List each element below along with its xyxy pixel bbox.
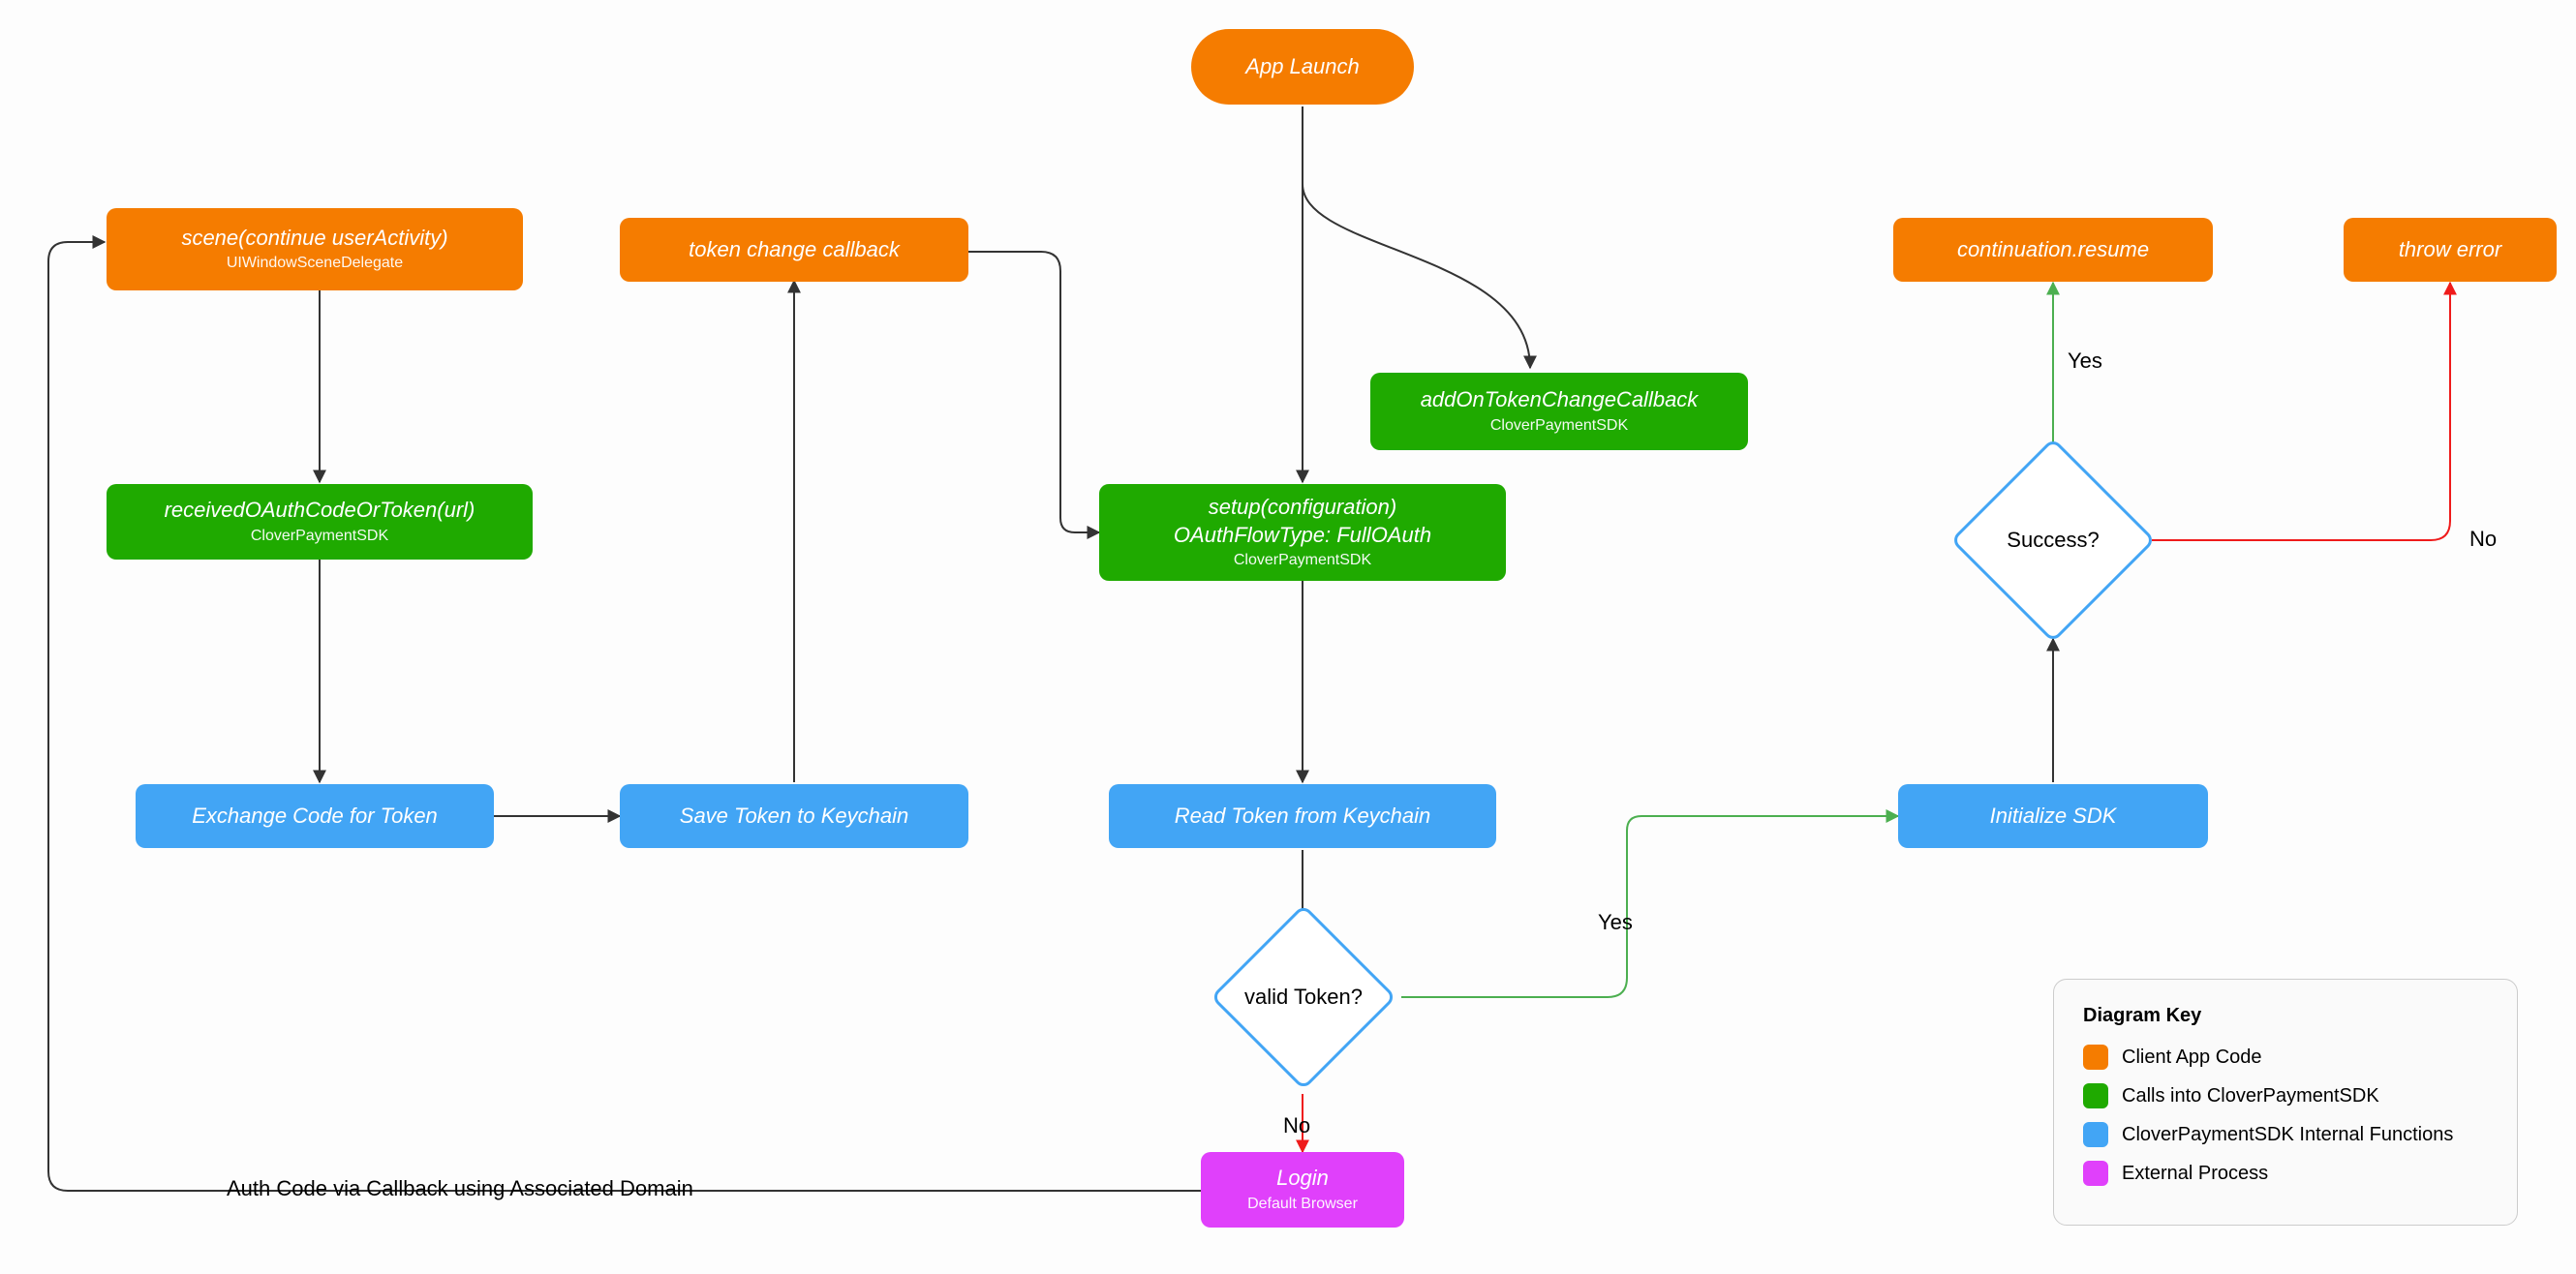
legend-row: Calls into CloverPaymentSDK <box>2083 1083 2488 1108</box>
node-token-change-callback: token change callback <box>620 218 968 282</box>
legend-label: Client App Code <box>2122 1046 2262 1069</box>
swatch-green <box>2083 1083 2108 1108</box>
node-exchange-code: Exchange Code for Token <box>136 784 494 848</box>
swatch-orange <box>2083 1045 2108 1070</box>
label: App Launch <box>1245 53 1359 81</box>
decision-success: Success? <box>1954 447 2152 633</box>
legend: Diagram Key Client App Code Calls into C… <box>2053 979 2518 1226</box>
sublabel: CloverPaymentSDK <box>1490 416 1628 437</box>
label: valid Token? <box>1244 985 1363 1010</box>
edge-label-success-no: No <box>2469 527 2497 552</box>
label: Initialize SDK <box>1990 803 2117 831</box>
sublabel: UIWindowSceneDelegate <box>227 254 403 274</box>
label: addOnTokenChangeCallback <box>1421 386 1699 414</box>
label: setup(configuration) OAuthFlowType: Full… <box>1174 494 1431 549</box>
node-continuation-resume: continuation.resume <box>1893 218 2213 282</box>
sublabel: CloverPaymentSDK <box>1234 551 1371 571</box>
node-add-on-token-change: addOnTokenChangeCallback CloverPaymentSD… <box>1370 373 1748 450</box>
swatch-blue <box>2083 1122 2108 1147</box>
node-app-launch: App Launch <box>1191 29 1414 105</box>
node-setup-configuration: setup(configuration) OAuthFlowType: Full… <box>1099 484 1506 581</box>
legend-row: Client App Code <box>2083 1045 2488 1070</box>
swatch-violet <box>2083 1161 2108 1186</box>
label: Login <box>1276 1165 1329 1193</box>
node-save-token: Save Token to Keychain <box>620 784 968 848</box>
label: token change callback <box>689 236 900 264</box>
legend-label: External Process <box>2122 1163 2268 1185</box>
label: Success? <box>2007 528 2099 553</box>
label: scene(continue userActivity) <box>181 225 447 253</box>
node-scene: scene(continue userActivity) UIWindowSce… <box>107 208 523 290</box>
node-throw-error: throw error <box>2344 218 2557 282</box>
edge-label-success-yes: Yes <box>2068 349 2102 374</box>
node-received-oauth: receivedOAuthCodeOrToken(url) CloverPaym… <box>107 484 533 560</box>
legend-row: External Process <box>2083 1161 2488 1186</box>
label: Read Token from Keychain <box>1175 803 1431 831</box>
decision-valid-token: valid Token? <box>1205 931 1402 1063</box>
legend-label: Calls into CloverPaymentSDK <box>2122 1085 2379 1107</box>
sublabel: CloverPaymentSDK <box>251 527 388 547</box>
node-login: Login Default Browser <box>1201 1152 1404 1228</box>
node-read-token: Read Token from Keychain <box>1109 784 1496 848</box>
label: receivedOAuthCodeOrToken(url) <box>165 497 475 525</box>
label: continuation.resume <box>1957 236 2149 264</box>
legend-title: Diagram Key <box>2083 1005 2488 1027</box>
edge-label-auth-callback: Auth Code via Callback using Associated … <box>227 1176 693 1201</box>
legend-row: CloverPaymentSDK Internal Functions <box>2083 1122 2488 1147</box>
node-initialize-sdk: Initialize SDK <box>1898 784 2208 848</box>
label: throw error <box>2399 236 2501 264</box>
label: Save Token to Keychain <box>680 803 908 831</box>
edge-label-valid-no: No <box>1283 1113 1310 1138</box>
legend-label: CloverPaymentSDK Internal Functions <box>2122 1124 2453 1146</box>
edge-label-valid-yes: Yes <box>1598 910 1633 935</box>
label: Exchange Code for Token <box>192 803 438 831</box>
sublabel: Default Browser <box>1247 1195 1358 1215</box>
